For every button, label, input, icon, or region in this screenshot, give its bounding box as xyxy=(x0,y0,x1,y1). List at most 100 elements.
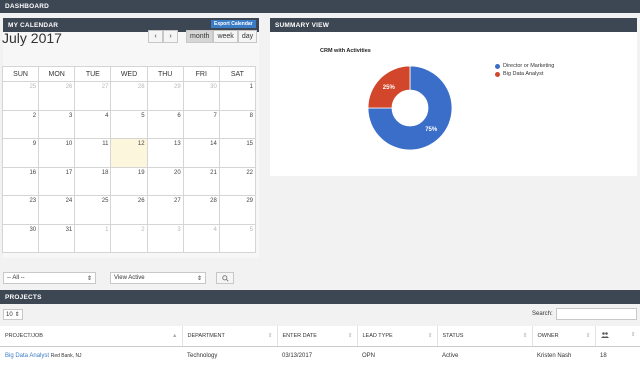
calendar-day[interactable]: 16 xyxy=(1,166,40,196)
calendar-day[interactable]: 19 xyxy=(110,166,148,196)
calendar-day[interactable]: 31 xyxy=(38,223,76,253)
donut-chart: 75% 25% xyxy=(367,65,453,151)
view-month-button[interactable]: month xyxy=(186,30,214,43)
calendar-grid: SUN MON TUE WED THU FRI SAT 25 26 27 28 29 30… xyxy=(1,66,257,253)
calendar-day[interactable]: 23 xyxy=(1,195,40,225)
calendar-day[interactable]: 5 xyxy=(110,109,148,139)
column-header-enter-date[interactable]: ENTER DATE ⇕ xyxy=(277,326,358,347)
column-header-label: ENTER DATE xyxy=(282,332,317,339)
next-month-button[interactable]: › xyxy=(163,30,178,43)
enter-date-cell: 03/13/2017 xyxy=(282,353,313,360)
column-header-project[interactable]: PROJECT/JOB ▲ xyxy=(0,326,183,347)
calendar-week-row: 16 17 18 19 20 21 22 xyxy=(1,166,257,196)
column-header-owner[interactable]: OWNER ⇕ xyxy=(532,326,596,347)
dashboard-title: DASHBOARD xyxy=(5,3,50,10)
column-header-lead-type[interactable]: LEAD TYPE ⇕ xyxy=(357,326,438,347)
calendar-day[interactable]: 6 xyxy=(146,109,184,139)
page-length-select[interactable]: 10 ⇕ xyxy=(3,309,23,320)
calendar-day[interactable]: 11 xyxy=(74,138,112,168)
calendar-day[interactable]: 8 xyxy=(218,109,257,139)
calendar-body: 25 26 27 28 29 30 1 2 3 4 5 6 7 8 9 10 11 12 13 14 15 16 17 18 1… xyxy=(1,81,257,253)
calendar-day[interactable]: 26 xyxy=(38,81,76,111)
select-arrows-icon: ⇕ xyxy=(14,312,20,318)
lead-type-cell: OPN xyxy=(362,353,376,360)
owner-cell: Kristen Nash xyxy=(537,353,572,360)
table-search-input[interactable] xyxy=(556,308,637,320)
calendar-week-row: 25 26 27 28 29 30 1 xyxy=(1,81,257,111)
calendar-month-title: July 2017 xyxy=(2,30,62,46)
column-header-label: LEAD TYPE xyxy=(362,332,393,339)
calendar-week-row: 2345678 xyxy=(1,109,257,139)
calendar-day[interactable]: 21 xyxy=(182,166,220,196)
calendar-day[interactable]: 29 xyxy=(146,81,184,111)
calendar-day[interactable]: 25 xyxy=(74,195,112,225)
status-cell: Active xyxy=(442,353,459,360)
calendar-day[interactable]: 7 xyxy=(182,109,220,139)
calendar-day[interactable]: 27 xyxy=(74,81,112,111)
calendar-day[interactable]: 30 xyxy=(182,81,220,111)
calendar-day[interactable]: 28 xyxy=(182,195,220,225)
column-header-status[interactable]: STATUS ⇕ xyxy=(437,326,533,347)
dashboard-topbar: DASHBOARD xyxy=(0,0,640,13)
calendar-day[interactable]: 3 xyxy=(38,109,76,139)
project-link[interactable]: Big Data Analyst xyxy=(5,353,49,359)
calendar-day[interactable]: 30 xyxy=(1,223,40,253)
projects-table: PROJECT/JOB ▲ DEPARTMENT ⇕ ENTER DATE ⇕ LEA… xyxy=(0,326,640,366)
calendar-day[interactable]: 3 xyxy=(146,223,184,253)
calendar-day[interactable]: 5 xyxy=(218,223,257,253)
page-length-value: 10 xyxy=(6,311,13,318)
calendar-day[interactable]: 15 xyxy=(218,138,257,168)
weekday-header: SUN xyxy=(1,66,40,82)
calendar-day-today[interactable]: 12 xyxy=(110,138,148,168)
weekday-header: TUE xyxy=(74,66,112,82)
sort-icon: ⇕ xyxy=(630,331,636,338)
projects-header-row: PROJECT/JOB ▲ DEPARTMENT ⇕ ENTER DATE ⇕ LEA… xyxy=(0,326,640,347)
calendar-day[interactable]: 24 xyxy=(38,195,76,225)
calendar-day[interactable]: 1 xyxy=(74,223,112,253)
weekday-header: WED xyxy=(110,66,148,82)
prev-month-button[interactable]: ‹ xyxy=(148,30,163,43)
sort-icon: ⇕ xyxy=(267,332,273,339)
status-filter-value: View Active xyxy=(114,275,145,281)
view-week-button[interactable]: week xyxy=(213,30,238,43)
legend-dot-director xyxy=(495,63,500,69)
calendar-day[interactable]: 27 xyxy=(146,195,184,225)
category-filter-select[interactable]: -- All -- ⇕ xyxy=(3,272,96,284)
calendar-day[interactable]: 2 xyxy=(1,109,40,139)
column-header-label: DEPARTMENT xyxy=(187,332,225,339)
calendar-day[interactable]: 4 xyxy=(74,109,112,139)
calendar-nav: ‹ › xyxy=(148,30,178,43)
weekday-header: SAT xyxy=(218,66,257,82)
calendar-view-switch: month week day xyxy=(186,30,258,43)
calendar-week-row: 23 24 25 26 27 28 29 xyxy=(1,195,257,225)
legend-item: Director or Marketing xyxy=(495,63,554,69)
sort-icon: ▲ xyxy=(172,332,178,339)
calendar-day[interactable]: 4 xyxy=(182,223,220,253)
calendar-day[interactable]: 1 xyxy=(218,81,257,111)
filter-search-button[interactable] xyxy=(216,272,234,284)
column-header-department[interactable]: DEPARTMENT ⇕ xyxy=(182,326,278,347)
calendar-day[interactable]: 28 xyxy=(110,81,148,111)
calendar-day[interactable]: 25 xyxy=(1,81,40,111)
weekday-header: MON xyxy=(38,66,76,82)
calendar-day[interactable]: 17 xyxy=(38,166,76,196)
summary-header: SUMMARY VIEW xyxy=(270,18,637,32)
calendar-day[interactable]: 20 xyxy=(146,166,184,196)
export-calendar-button[interactable]: Export Calendar xyxy=(211,20,256,28)
column-header-team[interactable]: ⇕ xyxy=(595,326,640,347)
calendar-day[interactable]: 29 xyxy=(218,195,257,225)
status-filter-select[interactable]: View Active ⇕ xyxy=(110,272,206,284)
calendar-day[interactable]: 2 xyxy=(110,223,148,253)
calendar-day[interactable]: 9 xyxy=(1,138,40,168)
weekday-header: FRI xyxy=(182,66,220,82)
table-row[interactable]: Big Data Analyst Red Bank, NJ Technology… xyxy=(0,346,640,366)
calendar-day[interactable]: 13 xyxy=(146,138,184,168)
donut-slice-label: 75% xyxy=(425,127,438,133)
sort-icon: ⇕ xyxy=(522,332,528,339)
calendar-day[interactable]: 26 xyxy=(110,195,148,225)
calendar-day[interactable]: 18 xyxy=(74,166,112,196)
calendar-day[interactable]: 10 xyxy=(38,138,76,168)
view-day-button[interactable]: day xyxy=(237,30,258,43)
calendar-day[interactable]: 22 xyxy=(218,166,257,196)
calendar-day[interactable]: 14 xyxy=(182,138,220,168)
